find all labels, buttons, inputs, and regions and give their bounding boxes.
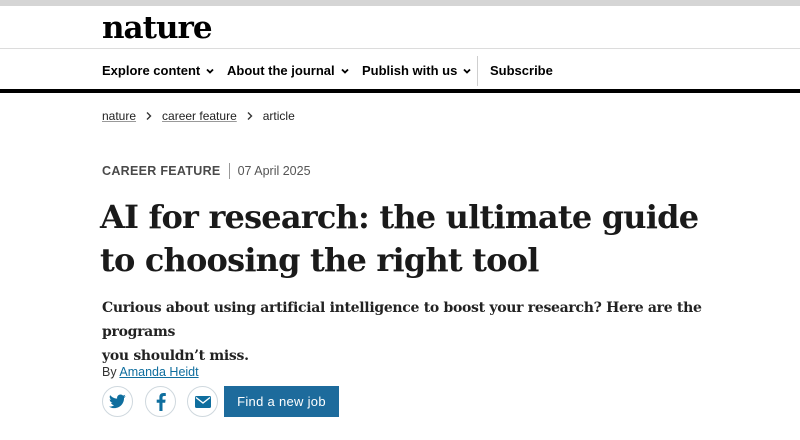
article-standfirst: Curious about using artificial intellige… [102,296,702,368]
chevron-right-icon [146,112,152,120]
share-twitter-button[interactable] [102,386,133,417]
article-date: 07 April 2025 [237,164,311,178]
facebook-icon [156,392,166,411]
article-type: CAREER FEATURE [102,164,221,178]
nav-item-label: Explore content [102,63,201,78]
standfirst-line: you shouldn’t miss. [102,348,249,364]
chevron-down-icon [340,68,349,74]
nav-subscribe[interactable]: Subscribe [490,63,553,78]
site-header: nature [0,6,800,48]
share-email-button[interactable] [187,386,218,417]
standfirst-line: Curious about using artificial intellige… [102,300,702,340]
article-title-line: AI for research: the ultimate guide [100,198,699,236]
chevron-down-icon [206,68,214,74]
nav-item-label: Publish with us [362,63,458,78]
breadcrumb-career-feature[interactable]: career feature [162,109,237,123]
find-new-job-button[interactable]: Find a new job [224,386,339,417]
nav-item-label: About the journal [227,63,335,78]
breadcrumb: nature career feature article [102,109,295,123]
meta-divider [228,163,230,179]
chevron-right-icon [247,112,253,120]
chevron-down-icon [463,68,471,74]
nav-divider [477,56,478,86]
nature-logo[interactable]: nature [102,10,213,46]
twitter-icon [109,394,126,409]
nav-item-label: Subscribe [490,63,553,78]
email-icon [194,395,211,408]
nav-explore-content[interactable]: Explore content [102,63,216,78]
share-facebook-button[interactable] [145,386,176,417]
main-nav: Explore content About the journal Publis… [0,48,800,93]
nav-about-the-journal[interactable]: About the journal [227,63,351,78]
breadcrumb-current: article [262,109,295,123]
breadcrumb-nature[interactable]: nature [102,109,136,123]
article-title-line: to choosing the right tool [100,241,539,279]
article-meta: CAREER FEATURE 07 April 2025 [102,163,311,179]
author-link[interactable]: Amanda Heidt [119,365,198,379]
nav-publish-with-us[interactable]: Publish with us [362,63,473,78]
byline-prefix: By [102,365,117,379]
article-title: AI for research: the ultimate guide to c… [100,196,720,282]
byline: By Amanda Heidt [102,365,199,379]
